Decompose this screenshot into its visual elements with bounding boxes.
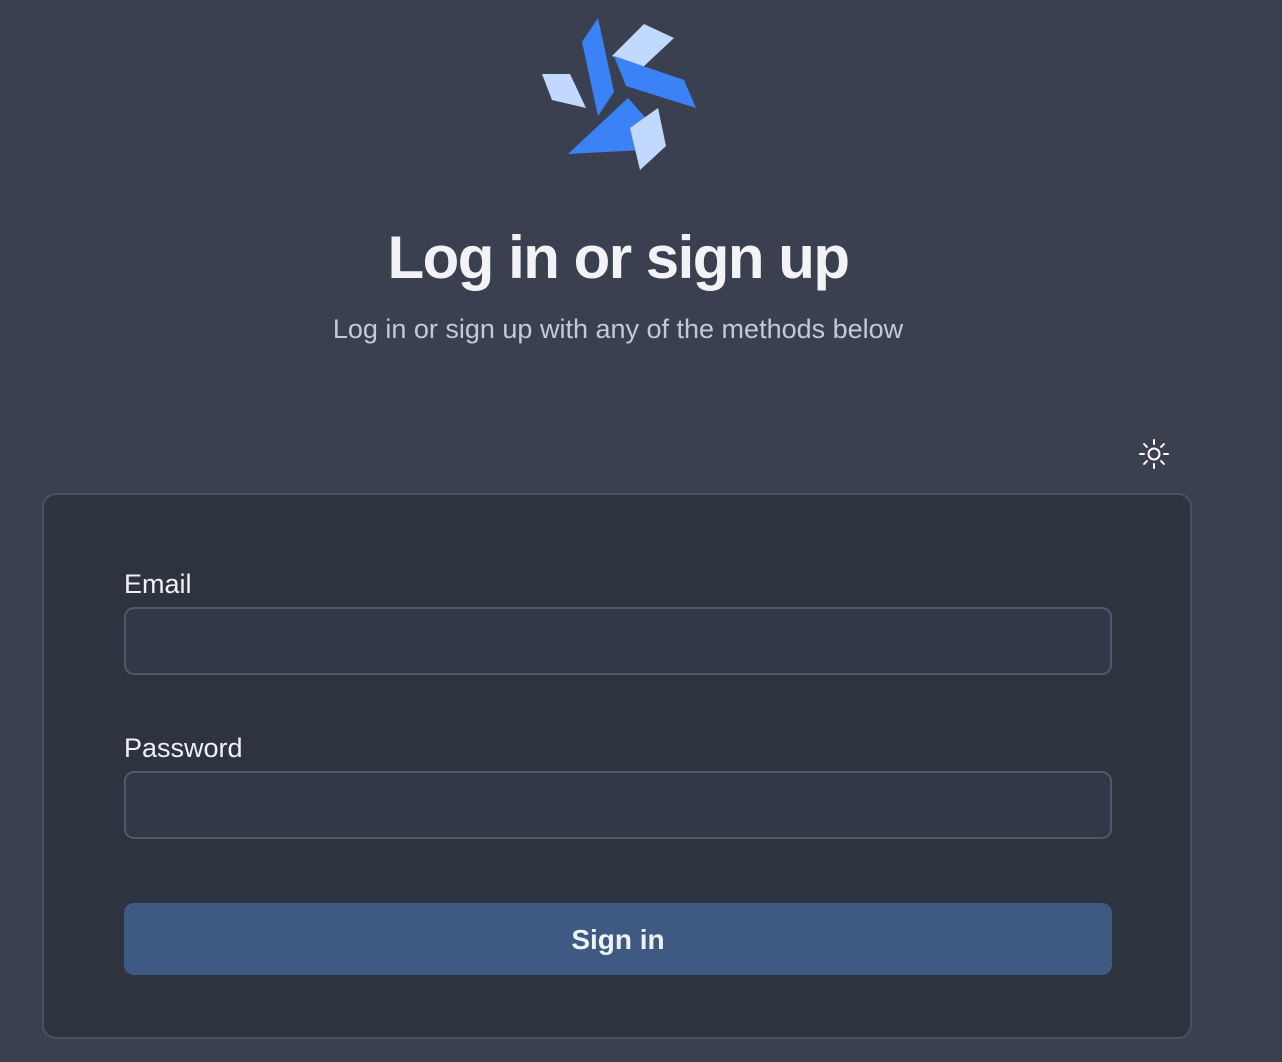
sign-in-button[interactable]: Sign in xyxy=(124,903,1112,975)
login-card: Email Password Sign in xyxy=(42,493,1192,1039)
pinwheel-logo-graphic xyxy=(542,18,696,170)
password-field[interactable] xyxy=(124,771,1112,839)
page-subtitle: Log in or sign up with any of the method… xyxy=(332,314,904,344)
sun-icon xyxy=(1139,439,1169,469)
pinwheel-logo xyxy=(538,16,700,174)
login-page: Log in or sign up Log in or sign up with… xyxy=(0,0,1282,1062)
theme-toggle-button[interactable] xyxy=(1136,436,1172,472)
email-field[interactable] xyxy=(124,607,1112,675)
page-title: Log in or sign up xyxy=(387,224,850,291)
email-label: Email xyxy=(124,569,192,599)
password-label: Password xyxy=(124,733,243,763)
